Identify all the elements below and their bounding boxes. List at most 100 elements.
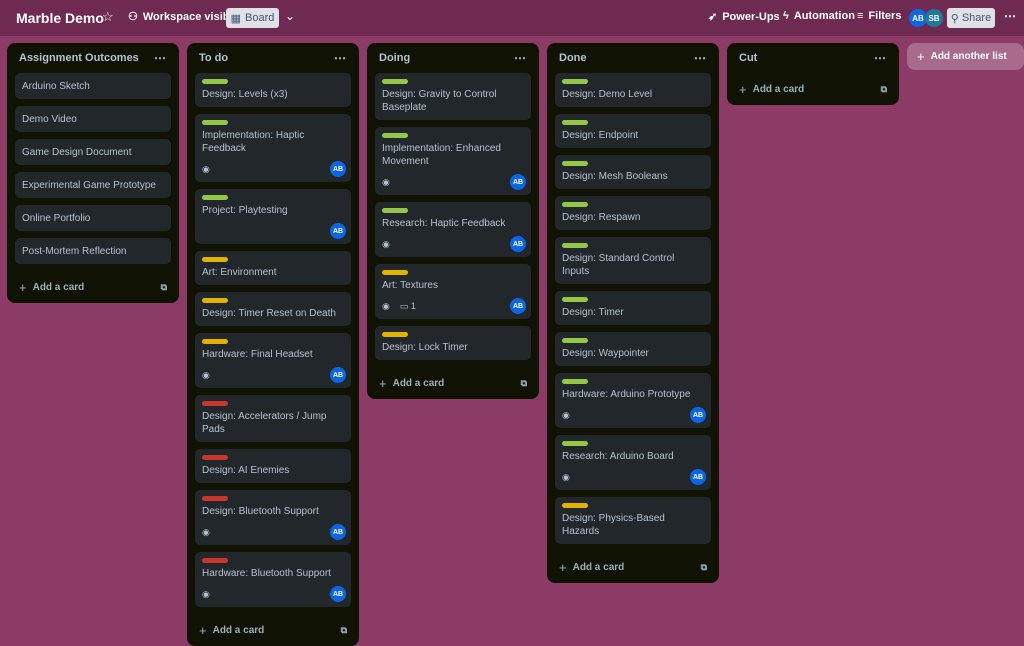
- card[interactable]: Design: Respawn: [555, 196, 711, 230]
- member-avatar[interactable]: SB: [925, 9, 943, 27]
- add-card-button[interactable]: + Add a card ⧉: [15, 271, 171, 303]
- card-label[interactable]: [202, 257, 228, 262]
- card-label[interactable]: [382, 133, 408, 138]
- card[interactable]: Research: Arduino Board ◉ AB: [555, 435, 711, 490]
- board-title[interactable]: Marble Demo: [16, 10, 104, 26]
- card[interactable]: Demo Video: [15, 106, 171, 132]
- card-label[interactable]: [562, 297, 588, 302]
- card-label[interactable]: [382, 79, 408, 84]
- member-avatar[interactable]: AB: [690, 407, 706, 423]
- member-avatar[interactable]: AB: [330, 223, 346, 239]
- member-avatar[interactable]: AB: [690, 469, 706, 485]
- card[interactable]: Online Portfolio: [15, 205, 171, 231]
- star-icon[interactable]: ☆: [102, 9, 114, 25]
- visibility-button[interactable]: ⚇ Workspace visible: [128, 10, 239, 24]
- card-label[interactable]: [562, 379, 588, 384]
- member-avatar[interactable]: AB: [330, 586, 346, 602]
- card-label[interactable]: [202, 401, 228, 406]
- list-title[interactable]: Done: [559, 52, 587, 64]
- card-label[interactable]: [202, 558, 228, 563]
- card[interactable]: Design: Gravity to Control Baseplate: [375, 73, 531, 120]
- template-icon[interactable]: ⧉: [341, 625, 347, 636]
- card-label[interactable]: [562, 79, 588, 84]
- card[interactable]: Design: Waypointer: [555, 332, 711, 366]
- power-ups-button[interactable]: ➶ Power-Ups: [708, 10, 780, 24]
- automation-button[interactable]: ϟ Automation: [783, 10, 855, 22]
- card-label[interactable]: [562, 202, 588, 207]
- add-card-button[interactable]: + Add a card ⧉: [375, 367, 531, 399]
- list-title[interactable]: Assignment Outcomes: [19, 52, 139, 64]
- card-label[interactable]: [562, 338, 588, 343]
- card-label[interactable]: [562, 503, 588, 508]
- chevron-down-icon[interactable]: ⌄: [285, 9, 295, 23]
- list-menu-icon[interactable]: ⋯: [334, 51, 347, 65]
- card-label[interactable]: [202, 195, 228, 200]
- card[interactable]: Hardware: Final Headset ◉ AB: [195, 333, 351, 388]
- card-label[interactable]: [562, 243, 588, 248]
- card[interactable]: Experimental Game Prototype: [15, 172, 171, 198]
- card[interactable]: Project: Playtesting AB: [195, 189, 351, 244]
- member-avatar[interactable]: AB: [510, 298, 526, 314]
- member-avatar[interactable]: AB: [510, 174, 526, 190]
- share-button[interactable]: ⚲ Share: [947, 8, 995, 28]
- card-label[interactable]: [202, 120, 228, 125]
- template-icon[interactable]: ⧉: [161, 282, 167, 293]
- board-view-button[interactable]: ▦ Board: [226, 8, 279, 28]
- card[interactable]: Design: Timer: [555, 291, 711, 325]
- add-card-button[interactable]: + Add a card ⧉: [195, 614, 351, 646]
- card[interactable]: Design: Physics-Based Hazards: [555, 497, 711, 544]
- card[interactable]: Design: Bluetooth Support ◉ AB: [195, 490, 351, 545]
- list-menu-icon[interactable]: ⋯: [694, 51, 707, 65]
- card[interactable]: Research: Haptic Feedback ◉ AB: [375, 202, 531, 257]
- card-label[interactable]: [562, 120, 588, 125]
- card[interactable]: Design: Accelerators / Jump Pads: [195, 395, 351, 442]
- card[interactable]: Art: Environment: [195, 251, 351, 285]
- list-title[interactable]: To do: [199, 52, 228, 64]
- card-label[interactable]: [202, 298, 228, 303]
- member-avatar[interactable]: AB: [330, 367, 346, 383]
- list-menu-icon[interactable]: ⋯: [514, 51, 527, 65]
- more-icon[interactable]: ⋯: [1004, 9, 1016, 23]
- card-label[interactable]: [202, 339, 228, 344]
- list-menu-icon[interactable]: ⋯: [874, 51, 887, 65]
- card-label[interactable]: [202, 496, 228, 501]
- card[interactable]: Design: Levels (x3): [195, 73, 351, 107]
- card[interactable]: Design: Lock Timer: [375, 326, 531, 360]
- list-menu-icon[interactable]: ⋯: [154, 51, 167, 65]
- card[interactable]: Design: Mesh Booleans: [555, 155, 711, 189]
- template-icon[interactable]: ⧉: [521, 378, 527, 389]
- card[interactable]: Implementation: Enhanced Movement ◉ AB: [375, 127, 531, 195]
- card-title: Design: Endpoint: [562, 130, 639, 141]
- template-icon[interactable]: ⧉: [701, 562, 707, 573]
- card-label[interactable]: [382, 208, 408, 213]
- member-avatar[interactable]: AB: [330, 524, 346, 540]
- template-icon[interactable]: ⧉: [881, 84, 887, 95]
- add-card-button[interactable]: + Add a card ⧉: [555, 551, 711, 583]
- card-label[interactable]: [562, 161, 588, 166]
- filters-button[interactable]: ≡ Filters: [857, 10, 901, 22]
- card-label[interactable]: [202, 455, 228, 460]
- list-title[interactable]: Doing: [379, 52, 410, 64]
- card[interactable]: Arduino Sketch: [15, 73, 171, 99]
- card[interactable]: Design: Standard Control Inputs: [555, 237, 711, 284]
- card[interactable]: Implementation: Haptic Feedback ◉ AB: [195, 114, 351, 182]
- member-avatar[interactable]: AB: [330, 161, 346, 177]
- card-label[interactable]: [382, 332, 408, 337]
- card[interactable]: Design: Timer Reset on Death: [195, 292, 351, 326]
- card[interactable]: Game Design Document: [15, 139, 171, 165]
- card[interactable]: Design: AI Enemies: [195, 449, 351, 483]
- card[interactable]: Hardware: Arduino Prototype ◉ AB: [555, 373, 711, 428]
- card[interactable]: Art: Textures ◉ ▭ 1 AB: [375, 264, 531, 319]
- card-label[interactable]: [562, 441, 588, 446]
- card[interactable]: Hardware: Bluetooth Support ◉ AB: [195, 552, 351, 607]
- add-list-button[interactable]: + Add another list: [907, 43, 1024, 70]
- member-avatar[interactable]: AB: [510, 236, 526, 252]
- card[interactable]: Design: Endpoint: [555, 114, 711, 148]
- add-card-button[interactable]: + Add a card ⧉: [735, 73, 891, 105]
- add-card-label: Add a card: [32, 281, 85, 293]
- card-label[interactable]: [202, 79, 228, 84]
- card-label[interactable]: [382, 270, 408, 275]
- card[interactable]: Design: Demo Level: [555, 73, 711, 107]
- list-title[interactable]: Cut: [739, 52, 757, 64]
- card[interactable]: Post-Mortem Reflection: [15, 238, 171, 264]
